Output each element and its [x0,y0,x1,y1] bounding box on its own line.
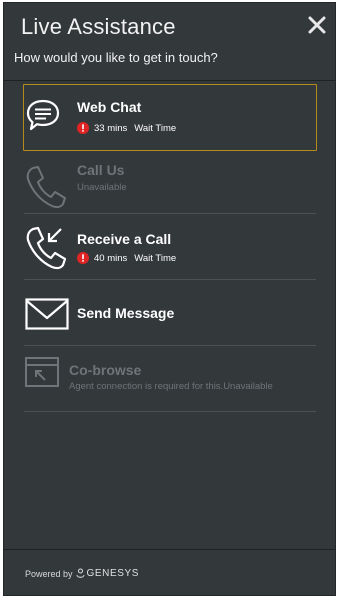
genesys-brand-text: GENESYS [86,568,140,579]
wait-time-value: 40 mins [94,252,128,264]
chat-bubble-icon [26,99,60,131]
close-button[interactable] [307,15,327,35]
alert-icon [77,122,89,134]
option-co-browse: Co-browse Agent connection is required f… [24,346,316,412]
envelope-icon [25,298,69,330]
option-label: Send Message [77,305,175,321]
status-text: Agent connection is required for this.Un… [69,381,273,392]
cobrowse-icon [25,357,59,387]
option-label: Co-browse [69,362,142,378]
panel-subtitle: How would you like to get in touch? [14,50,218,65]
live-assistance-panel: Live Assistance How would you like to ge… [3,2,336,596]
powered-by-text: Powered by [25,568,73,579]
option-label: Receive a Call [77,231,172,247]
wait-time-label: Wait Time [134,252,177,264]
footer: Powered by GENESYS [25,568,139,579]
footer-divider [4,549,335,550]
wait-time: 40 mins Wait Time [77,252,176,264]
option-web-chat[interactable]: Web Chat 33 mins Wait Time [23,84,317,151]
wait-time-label: Wait Time [134,122,177,134]
contact-options: Web Chat 33 mins Wait Time Call Us Unava… [23,83,317,412]
option-send-message[interactable]: Send Message [24,280,316,346]
genesys-logo: GENESYS [76,568,140,579]
option-call-us: Call Us Unavailable [24,150,316,214]
panel-title: Live Assistance [21,14,176,39]
option-receive-call[interactable]: Receive a Call 40 mins Wait Time [24,214,316,280]
header-divider [4,80,335,81]
header: Live Assistance How would you like to ge… [4,3,335,81]
close-icon [308,16,326,34]
option-label: Web Chat [77,99,142,115]
availability-status: Agent connection is required for this.Un… [69,381,273,392]
option-label: Call Us [77,162,125,178]
wait-time-value: 33 mins [94,122,128,134]
genesys-mark-icon [76,568,85,578]
status-text: Unavailable [77,182,127,193]
wait-time: 33 mins Wait Time [77,122,176,134]
alert-icon [77,252,89,264]
phone-incoming-icon [26,226,67,270]
availability-status: Unavailable [77,182,127,193]
phone-icon [26,166,66,209]
